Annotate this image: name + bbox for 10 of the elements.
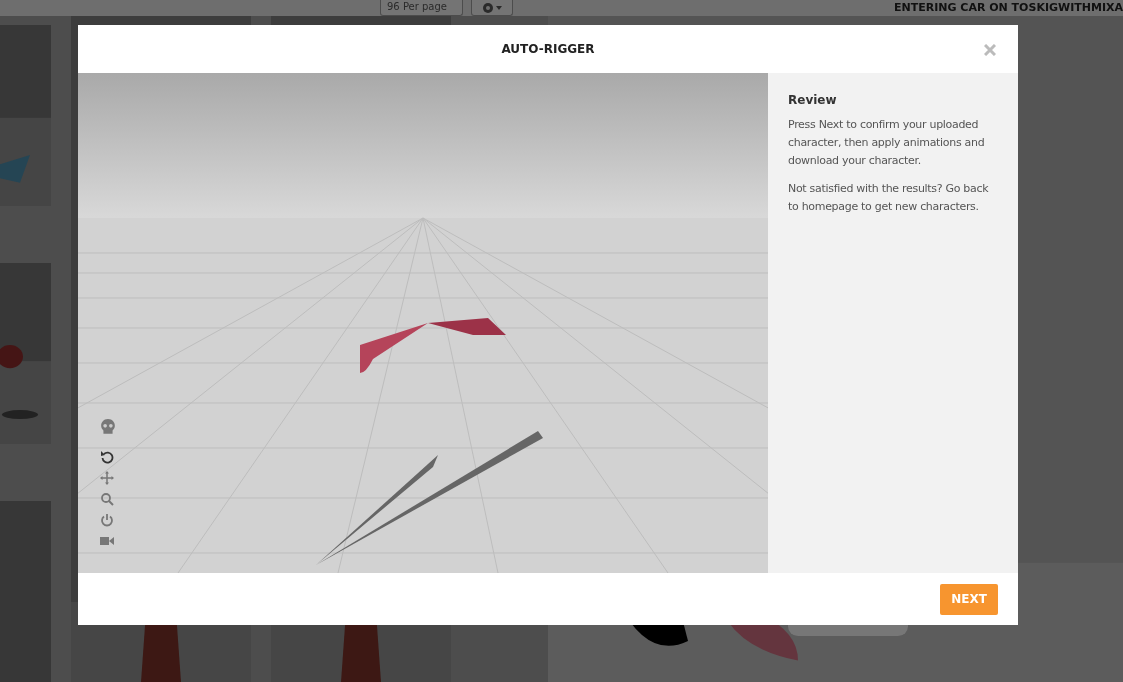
- close-icon[interactable]: [984, 44, 996, 56]
- panel-text: Not satisfied with the results? Go back to homepage to get new characters.: [788, 181, 990, 215]
- settings-dropdown[interactable]: [471, 0, 513, 16]
- page-heading: ENTERING CAR ON TOSKIGWITHMIXA: [893, 3, 1123, 13]
- per-page-dropdown[interactable]: 96 Per page: [380, 0, 464, 16]
- modal-title: AUTO-RIGGER: [501, 42, 595, 56]
- panel-heading: Review: [788, 93, 838, 107]
- panel-text: Press Next to confirm your uploaded character, then apply animations and download your character.: [788, 117, 986, 169]
- next-button[interactable]: NEXT: [940, 583, 998, 615]
- settings-icon: [481, 0, 504, 15]
